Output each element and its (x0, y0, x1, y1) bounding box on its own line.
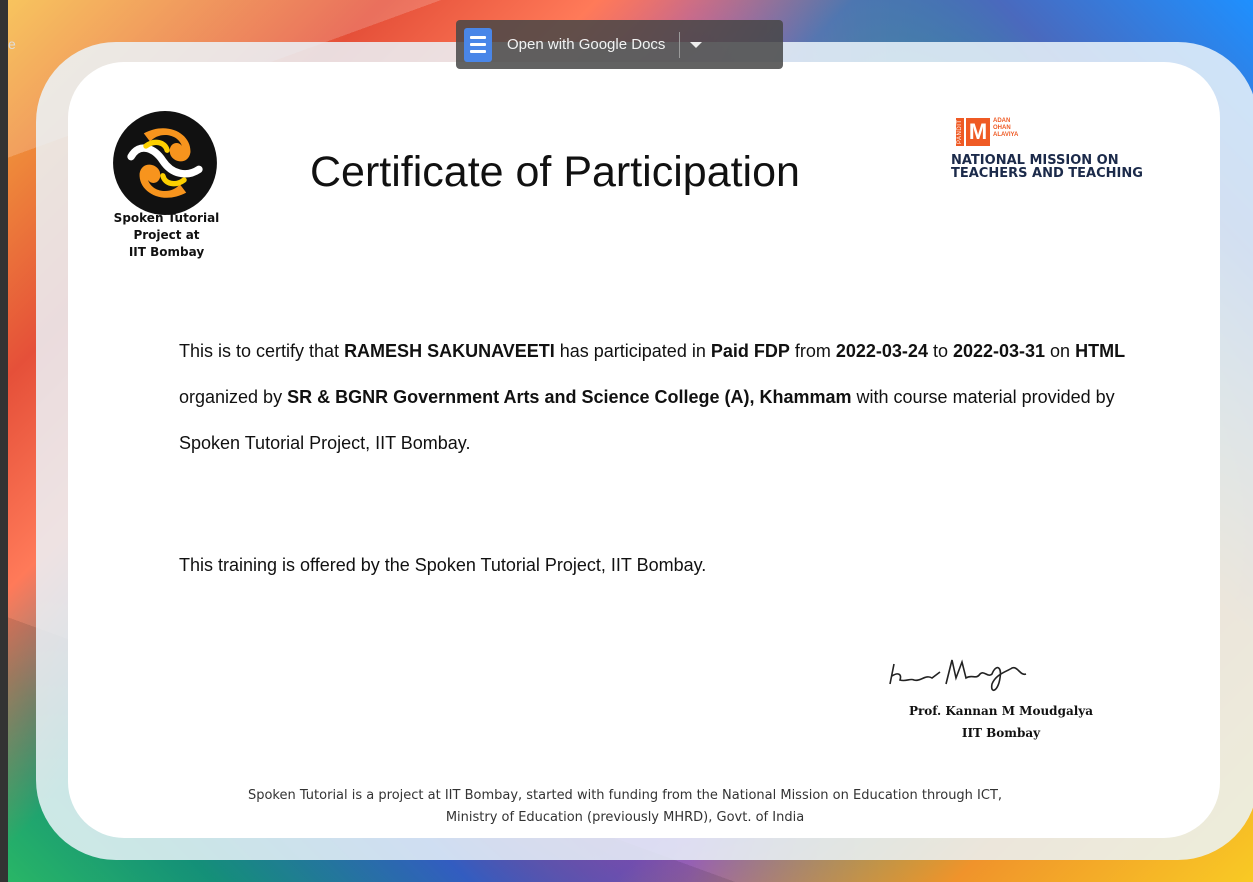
nmtt-line: TEACHERS AND TEACHING (951, 166, 1143, 181)
mmm-words: ADAN OHAN ALAVIYA (993, 118, 1018, 139)
open-with-label: Open with Google Docs (507, 36, 666, 53)
body-text: This is to certify that (179, 341, 345, 361)
body-text: organized by (179, 387, 288, 407)
spoken-tutorial-caption: Spoken Tutorial Project at IIT Bombay (84, 210, 249, 261)
body-text: from (789, 341, 836, 361)
certificate-footer: Spoken Tutorial is a project at IIT Bomb… (100, 785, 1150, 829)
signatory: Prof. Kannan M Moudgalya IIT Bombay (860, 700, 1142, 744)
signatory-affiliation: IIT Bombay (961, 726, 1041, 740)
course-name: HTML (1075, 341, 1126, 361)
mmm-pandit-text: PANDIT (956, 118, 964, 146)
signatory-name: Prof. Kannan M Moudgalya (908, 704, 1094, 718)
certificate-title: Certificate of Participation (310, 148, 800, 196)
college-name: SR & BGNR Government Arts and Science Co… (287, 387, 852, 407)
body-text: has participated in (554, 341, 711, 361)
viewer-left-edge (0, 0, 8, 882)
chevron-down-icon[interactable] (690, 41, 703, 48)
mmm-mark: PANDIT M ADAN OHAN ALAVIYA (956, 118, 1170, 146)
mmm-word: OHAN (993, 125, 1011, 131)
logo-caption-line: Project at (133, 228, 200, 242)
mmm-letter: M (966, 118, 990, 146)
participant-name: RAMESH SAKUNAVEETI (344, 341, 555, 361)
pill-divider (679, 31, 681, 58)
start-date: 2022-03-24 (835, 341, 928, 361)
open-with-google-docs-button[interactable]: Open with Google Docs (456, 20, 783, 69)
stray-text: e (8, 36, 16, 52)
body-text: to (927, 341, 953, 361)
spoken-tutorial-logo-icon (113, 111, 217, 215)
logo-caption-line: IIT Bombay (128, 245, 205, 259)
footer-line: Ministry of Education (previously MHRD),… (445, 810, 805, 825)
logo-caption-line: Spoken Tutorial (113, 211, 220, 225)
nmtt-name: NATIONAL MISSION ON TEACHERS AND TEACHIN… (951, 154, 1170, 180)
body-text: on (1045, 341, 1076, 361)
offered-by-text: This training is offered by the Spoken T… (179, 555, 707, 575)
certification-paragraph: This is to certify that RAMESH SAKUNAVEE… (179, 328, 1179, 466)
end-date: 2022-03-31 (952, 341, 1046, 361)
signature-image (889, 659, 1027, 691)
mmm-word: ALAVIYA (993, 132, 1019, 138)
program-name: Paid FDP (710, 341, 790, 361)
footer-line: Spoken Tutorial is a project at IIT Bomb… (247, 788, 1003, 803)
nmtt-logo: PANDIT M ADAN OHAN ALAVIYA NATIONAL MISS… (950, 118, 1170, 198)
mmm-word: ADAN (993, 118, 1011, 124)
google-docs-icon (464, 27, 492, 62)
